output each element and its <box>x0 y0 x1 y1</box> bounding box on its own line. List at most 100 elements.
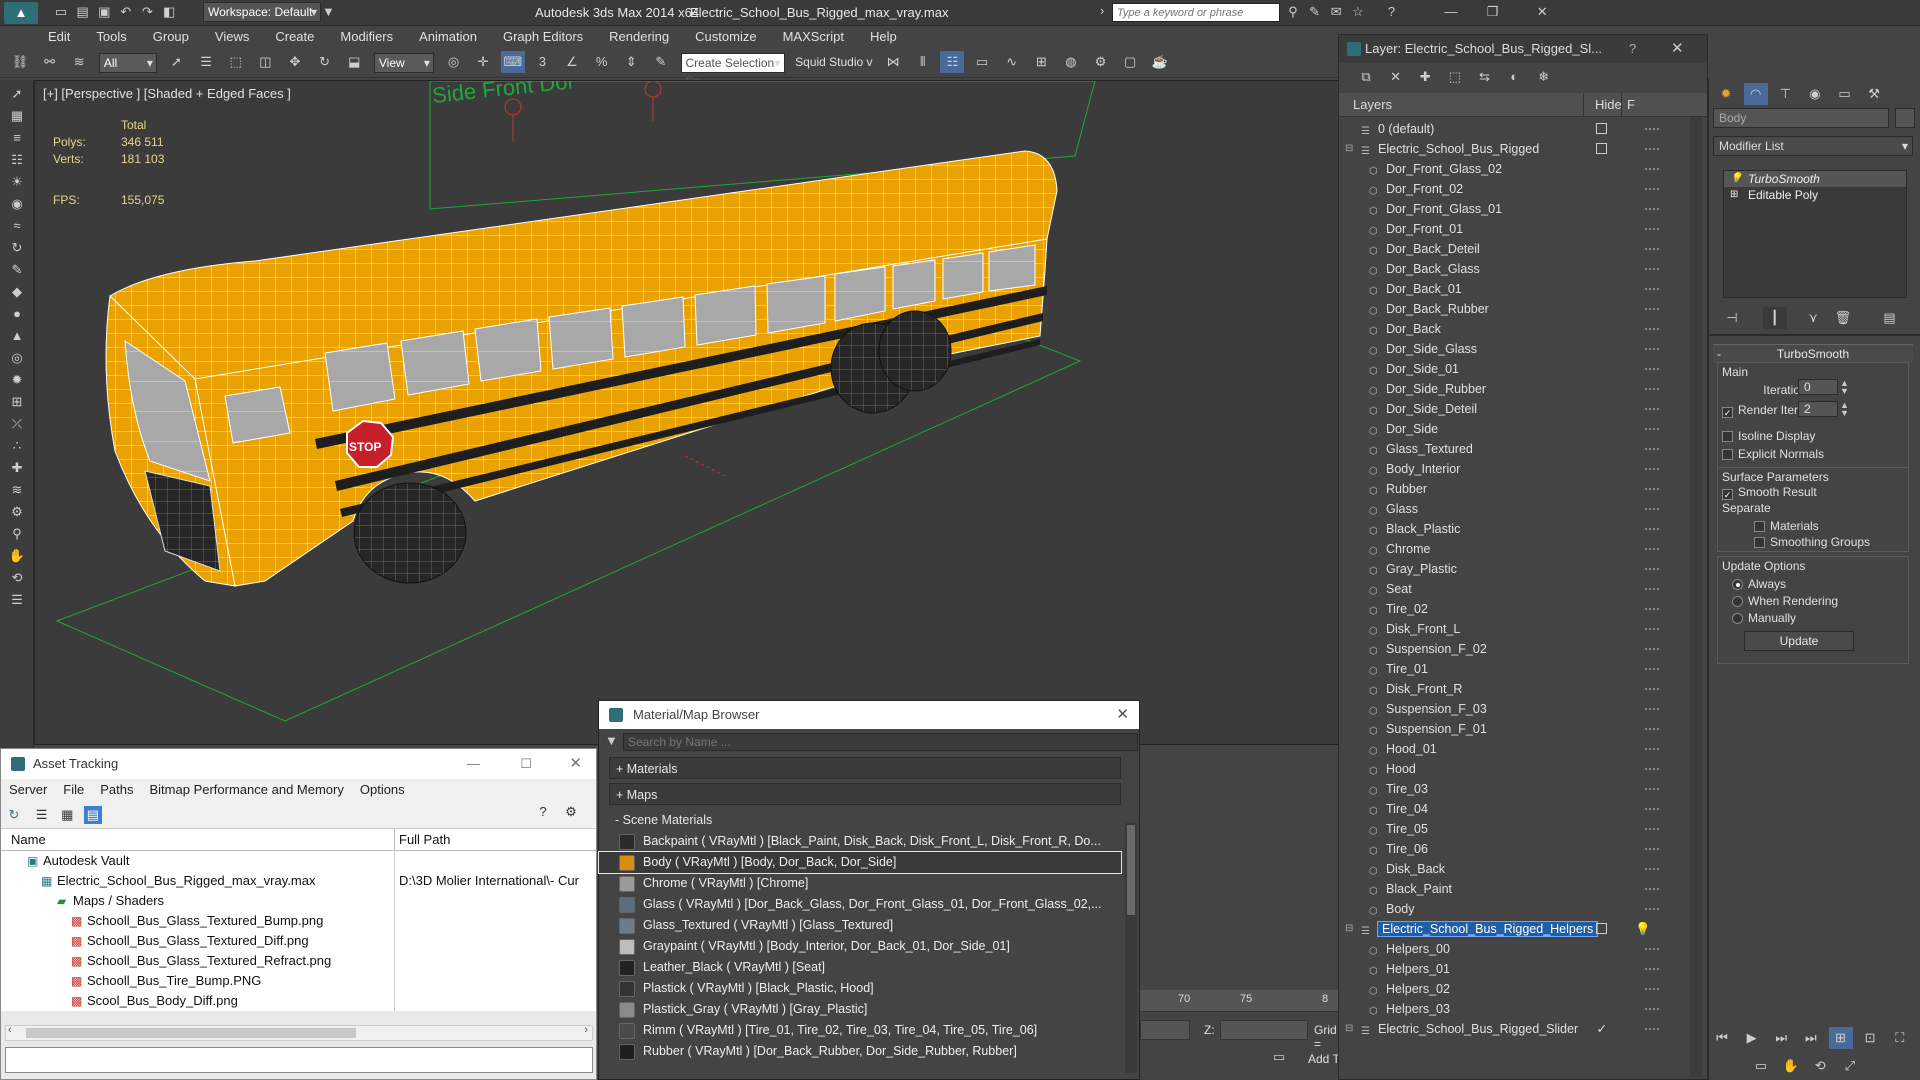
layer-row[interactable]: ⬡ Suspension_F_03 <box>1339 699 1659 719</box>
app-logo-icon[interactable]: ▲ <box>4 2 38 24</box>
freeze-toggle[interactable] <box>1645 808 1659 810</box>
pivot-center-icon[interactable]: ◎ <box>442 51 466 73</box>
freeze-toggle[interactable] <box>1645 1008 1659 1010</box>
layer-row[interactable]: ⬡ Suspension_F_02 <box>1339 639 1659 659</box>
layer-row[interactable]: ⬡ Dor_Side_Glass <box>1339 339 1659 359</box>
unlink-icon[interactable]: ⚯ <box>38 51 62 73</box>
scale-icon[interactable]: ⬓ <box>342 51 366 73</box>
render-setup-icon[interactable]: ⚙ <box>1089 51 1113 73</box>
layer-row[interactable]: ⬡ Dor_Front_01 <box>1339 219 1659 239</box>
create-tab-icon[interactable]: ✹ <box>1714 83 1738 105</box>
freeze-toggle[interactable] <box>1645 388 1659 390</box>
freeze-toggle[interactable] <box>1645 428 1659 430</box>
select-object-icon[interactable]: ➚ <box>165 51 189 73</box>
play-icon[interactable]: ▶ <box>1740 1027 1764 1049</box>
project-icon[interactable]: ◧ <box>160 3 178 21</box>
material-row[interactable]: Chrome ( VRayMtl ) [Chrome] <box>599 873 1121 894</box>
make-unique-icon[interactable]: ⋎ <box>1801 307 1825 329</box>
expand-plus-icon[interactable]: ⊞ <box>1730 187 1738 203</box>
asset-col-name[interactable]: Name <box>11 829 46 851</box>
freeze-toggle[interactable] <box>1645 868 1659 870</box>
asset-menu-bitmap-performance[interactable]: Bitmap Performance and Memory <box>142 782 352 797</box>
layer-row[interactable]: ⬡ Dor_Front_Glass_02 <box>1339 159 1659 179</box>
redo-icon[interactable]: ↷ <box>139 3 157 21</box>
freeze-toggle[interactable] <box>1645 548 1659 550</box>
workspace-dropdown[interactable]: Workspace: Default <box>203 2 321 22</box>
layer-row[interactable]: ⬡ Chrome <box>1339 539 1659 559</box>
freeze-toggle[interactable] <box>1645 968 1659 970</box>
freeze-toggle[interactable] <box>1645 248 1659 250</box>
freeze-toggle[interactable] <box>1645 368 1659 370</box>
render-iters-spinner[interactable]: 2 <box>1798 401 1838 417</box>
asset-settings-icon[interactable]: ⚙ <box>562 803 580 821</box>
freeze-toggle[interactable] <box>1645 488 1659 490</box>
freeze-toggle[interactable] <box>1645 328 1659 330</box>
strip-particles-icon[interactable]: ∴ <box>8 438 26 454</box>
freeze-toggle[interactable] <box>1645 528 1659 530</box>
layer-row[interactable]: ⬡ Dor_Side_Deteil <box>1339 399 1659 419</box>
freeze-toggle[interactable] <box>1645 748 1659 750</box>
strip-sceneexplorer-icon[interactable]: ☷ <box>8 152 26 168</box>
freeze-toggle[interactable] <box>1645 168 1659 170</box>
smoothing-groups-checkbox[interactable] <box>1754 537 1765 548</box>
utilities-tab-icon[interactable]: ⚒ <box>1862 83 1886 105</box>
angle-snap-icon[interactable]: ∠ <box>560 51 584 73</box>
layer-row[interactable]: ⬡ Black_Paint <box>1339 879 1659 899</box>
layer-col-hide[interactable]: Hide <box>1595 93 1622 117</box>
layer-row[interactable]: ⬡ Disk_Front_R <box>1339 679 1659 699</box>
iterations-spinner[interactable]: 0 <box>1798 379 1838 395</box>
layer-row[interactable]: ⬡ Dor_Side <box>1339 419 1659 439</box>
freeze-toggle[interactable] <box>1645 948 1659 950</box>
freeze-toggle[interactable] <box>1645 788 1659 790</box>
freeze-toggle[interactable] <box>1645 308 1659 310</box>
asset-table-view-icon[interactable]: ▤ <box>83 806 102 824</box>
strip-torus-icon[interactable]: ◎ <box>8 350 26 366</box>
viewport-label[interactable]: [+] [Perspective ] [Shaded + Edged Faces… <box>43 86 291 101</box>
layer-row[interactable]: ⬡ Disk_Back <box>1339 859 1659 879</box>
menu-graph-editors[interactable]: Graph Editors <box>490 26 596 48</box>
layer-help-icon[interactable]: ? <box>1629 35 1636 63</box>
asset-row[interactable]: ▩ Schooll_Bus_Tire_Bump.PNG <box>1 971 596 991</box>
manually-radio[interactable] <box>1732 613 1743 624</box>
smooth-result-checkbox[interactable]: ✓ <box>1722 489 1733 500</box>
subscription-icon[interactable]: ✎ <box>1306 3 1324 21</box>
align-icon[interactable]: ⫴ <box>911 51 935 73</box>
strip-orbit-icon[interactable]: ⟲ <box>8 570 26 586</box>
search-expand-icon[interactable]: › <box>1100 3 1112 18</box>
undo-icon[interactable]: ↶ <box>117 3 135 21</box>
menu-rendering[interactable]: Rendering <box>596 26 682 48</box>
layer-row[interactable]: ⬡ Tire_04 <box>1339 799 1659 819</box>
mirror-icon[interactable]: ⋈ <box>881 51 905 73</box>
edit-named-selection-icon[interactable]: ✎ <box>649 51 673 73</box>
separate-materials-checkbox[interactable] <box>1754 521 1765 532</box>
hide-toggle-box[interactable] <box>1596 923 1607 934</box>
strip-bone-icon[interactable]: ⤫ <box>8 416 26 432</box>
layer-freeze-all-icon[interactable]: ❄ <box>1532 66 1556 88</box>
material-row[interactable]: Backpaint ( VRayMtl ) [Black_Paint, Disk… <box>599 831 1121 852</box>
layer-row[interactable]: ⬡ Dor_Back_Glass <box>1339 259 1659 279</box>
strip-pan-icon[interactable]: ✋ <box>8 548 26 564</box>
hide-toggle-box[interactable] <box>1596 143 1607 154</box>
zoom-all-icon[interactable]: ⊡ <box>1858 1027 1882 1049</box>
turbosmooth-rollout-header[interactable]: - TurboSmooth <box>1713 344 1913 363</box>
layer-row[interactable]: ⬡ Glass_Textured <box>1339 439 1659 459</box>
when-rendering-radio[interactable] <box>1732 596 1743 607</box>
strip-sun-icon[interactable]: ✹ <box>8 372 26 388</box>
light-bulb-icon[interactable]: 💡 <box>1730 171 1742 187</box>
freeze-toggle[interactable] <box>1645 348 1659 350</box>
strip-graphite-icon[interactable]: ▦ <box>8 108 26 124</box>
coord-y-field[interactable] <box>1140 1020 1190 1040</box>
layer-row[interactable]: ⬡ Tire_01 <box>1339 659 1659 679</box>
object-name-field[interactable]: Body <box>1713 108 1889 128</box>
asset-path-field[interactable] <box>5 1047 593 1073</box>
asset-thumbnail-view-icon[interactable]: ▦ <box>58 806 76 824</box>
freeze-toggle[interactable] <box>1645 128 1659 130</box>
freeze-toggle[interactable] <box>1645 988 1659 990</box>
menu-maxscript[interactable]: MAXScript <box>770 26 857 48</box>
isoline-checkbox[interactable] <box>1722 431 1733 442</box>
add-time-tag-label[interactable]: Add T <box>1308 1052 1340 1066</box>
tree-expand-icon[interactable]: ⊟ <box>1345 919 1353 939</box>
perspective-viewport[interactable]: Side Front Dor STOP [+] [Perspective] [… <box>34 80 1339 745</box>
material-editor-icon[interactable]: ◍ <box>1059 51 1083 73</box>
squid-studio-label[interactable]: Squid Studio v <box>795 55 872 69</box>
